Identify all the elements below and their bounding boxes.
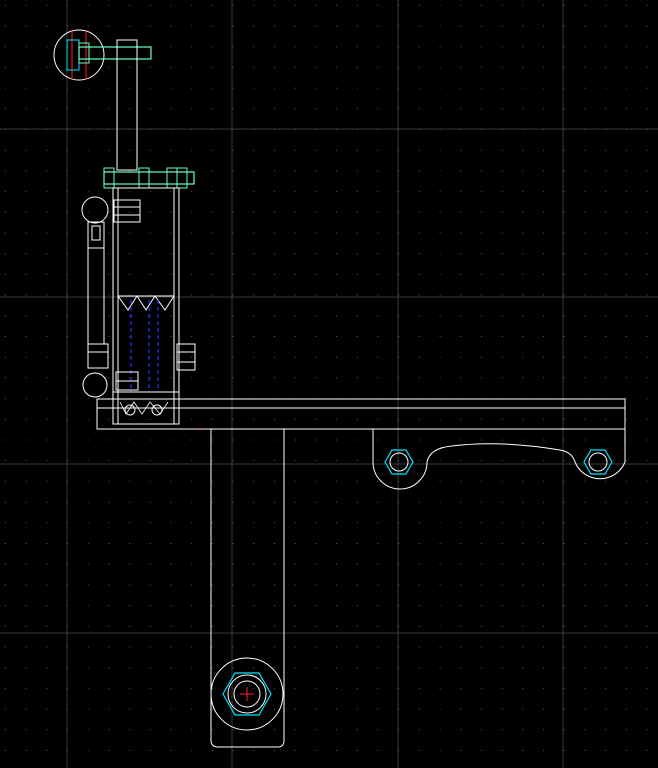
clamp-bolt-shank [78, 46, 152, 60]
side-bolt-head [176, 343, 196, 371]
vertical-arm[interactable] [210, 429, 285, 748]
drawing-grid [0, 0, 658, 768]
housing-outline [112, 187, 180, 425]
grid-dots [4, 4, 648, 752]
link-top-grip [91, 225, 101, 241]
clamp-bolt-head [78, 42, 90, 64]
cross-bolt[interactable] [103, 167, 195, 189]
pulley-groove [117, 295, 175, 311]
cross-bolt-washer [138, 167, 150, 189]
mounting-bracket[interactable] [372, 429, 626, 490]
link-bottom-sleeve [87, 343, 109, 369]
top-clamp-bolt[interactable] [53, 29, 152, 81]
link-eye-bottom [82, 372, 108, 398]
bracket-left-nut [384, 449, 414, 475]
bracket-right-nut [583, 449, 613, 475]
cad-drawing-viewport[interactable] [0, 0, 658, 768]
clamp-nut [66, 39, 80, 71]
pulley-housing[interactable] [112, 187, 180, 425]
cross-bolt-nut-a [166, 167, 178, 189]
link-eye-top [81, 196, 109, 224]
cross-bolt-nut-b [176, 167, 188, 189]
cad-drawing-canvas[interactable] [0, 0, 658, 768]
